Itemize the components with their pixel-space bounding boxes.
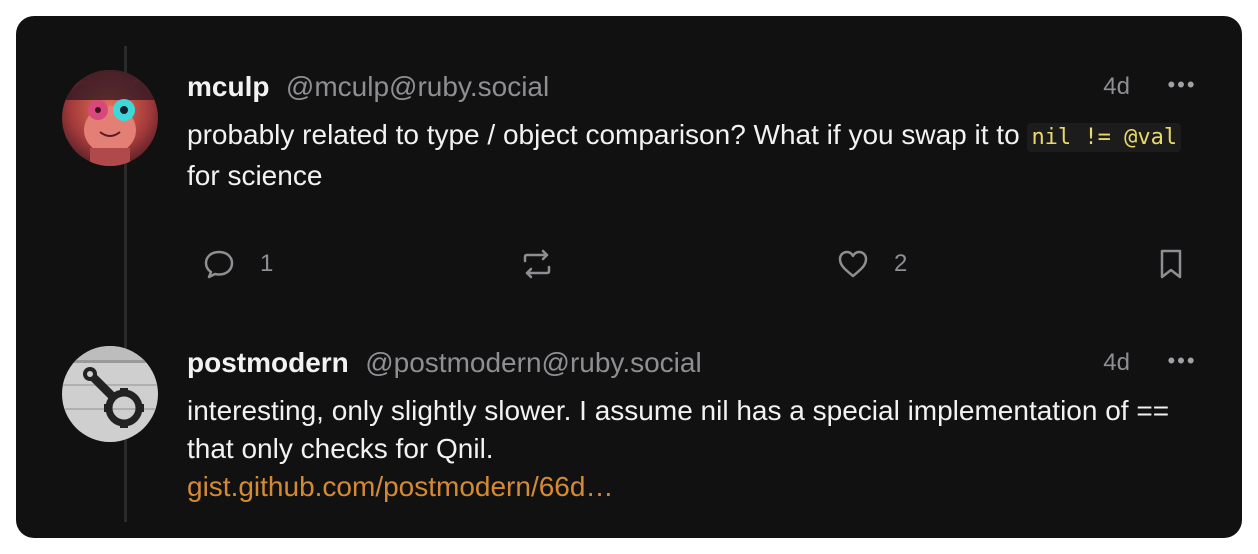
- thread-card: mculp @mculp@ruby.social 4d ••• probably…: [16, 16, 1242, 538]
- post-content: probably related to type / object compar…: [187, 116, 1197, 195]
- post-postmodern[interactable]: postmodern @postmodern@ruby.social 4d ••…: [16, 324, 1242, 538]
- speech-bubble-icon: [202, 247, 236, 281]
- post-header: mculp @mculp@ruby.social 4d •••: [187, 71, 1202, 103]
- heart-icon: [836, 247, 870, 281]
- display-name[interactable]: postmodern: [187, 347, 349, 378]
- timestamp[interactable]: 4d: [1103, 347, 1130, 379]
- inline-code: nil != @val: [1027, 123, 1182, 152]
- display-name[interactable]: mculp: [187, 71, 269, 102]
- timestamp[interactable]: 4d: [1103, 71, 1130, 103]
- repeat-icon: [519, 247, 555, 281]
- reply-count: 1: [260, 250, 274, 277]
- more-options-button[interactable]: •••: [1162, 69, 1202, 101]
- post-mculp[interactable]: mculp @mculp@ruby.social 4d ••• probably…: [16, 16, 1242, 316]
- avatar-postmodern[interactable]: [62, 346, 158, 442]
- post-text-end: for science: [187, 160, 323, 191]
- post-header: postmodern @postmodern@ruby.social 4d ••…: [187, 347, 1202, 379]
- more-options-button[interactable]: •••: [1162, 345, 1202, 377]
- like-count: 2: [894, 250, 908, 277]
- account-handle[interactable]: @mculp@ruby.social: [286, 71, 549, 102]
- ellipsis-icon: •••: [1167, 348, 1197, 373]
- avatar-mculp[interactable]: [62, 70, 158, 166]
- ellipsis-icon: •••: [1167, 72, 1197, 97]
- post-text: probably related to type / object compar…: [187, 119, 1028, 150]
- boost-button[interactable]: [519, 244, 555, 284]
- reply-button[interactable]: 1: [202, 244, 273, 284]
- action-bar: 1 2: [16, 244, 1242, 284]
- post-content: interesting, only slightly slower. I ass…: [187, 392, 1197, 506]
- gist-link[interactable]: gist.github.com/postmodern/66d…: [187, 471, 613, 502]
- like-button[interactable]: 2: [836, 244, 907, 284]
- account-handle[interactable]: @postmodern@ruby.social: [365, 347, 701, 378]
- bookmark-icon: [1154, 247, 1188, 281]
- post-text: interesting, only slightly slower. I ass…: [187, 395, 1170, 464]
- bookmark-button[interactable]: [1154, 244, 1188, 284]
